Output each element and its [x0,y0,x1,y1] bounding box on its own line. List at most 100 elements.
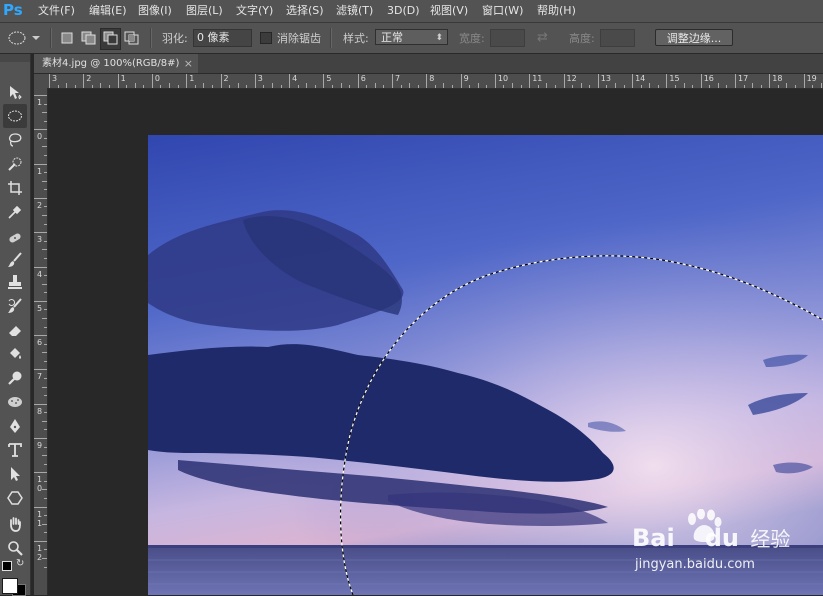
elliptical-marquee-tool[interactable] [3,104,27,128]
height-input[interactable] [600,29,635,47]
ruler-tick [606,85,608,88]
refine-edge-button[interactable]: 调整边缘... [655,29,733,46]
feather-input[interactable]: 0 像素 [193,29,252,47]
swap-colors-icon[interactable]: ↻ [16,558,24,569]
eyedropper-tool[interactable] [3,200,27,224]
ruler-tick [34,95,47,96]
ruler-tick [374,83,376,88]
ruler-tick [44,189,47,191]
ruler-tick [42,180,47,182]
path-selection-icon [11,467,20,481]
pen-tool[interactable] [3,414,27,438]
antialias-checkbox[interactable] [260,32,272,44]
ruler-origin[interactable] [34,74,49,89]
ruler-tick [623,85,625,88]
menu-edit[interactable]: 编辑(E) [89,4,127,18]
menu-layer[interactable]: 图层(L) [186,4,223,18]
ruler-tick [589,85,591,88]
style-select-value: 正常 [381,31,403,44]
brush-tool[interactable] [3,248,27,272]
ruler-tick [460,74,462,88]
ruler-h-label: 1 [189,74,195,83]
tool-preset-picker-icon[interactable] [6,30,42,46]
ruler-v-label: 1 [37,166,43,176]
dodge-tool[interactable] [3,366,27,390]
ruler-tick [563,74,565,88]
vertical-ruler[interactable]: 101234567891 01 11 2 [34,88,48,595]
paint-bucket-icon [10,348,21,359]
spot-healing-icon [9,233,21,243]
document-tab[interactable]: 素材4.jpg @ 100%(RGB/8#) × [34,54,198,73]
ruler-tick [42,317,47,319]
eraser-tool[interactable] [3,318,27,342]
shape-icon [7,491,23,505]
ruler-tick [44,515,47,517]
type-icon [8,443,22,457]
swap-dimensions-icon[interactable]: ⇄ [537,30,548,45]
paint-bucket-tool[interactable] [3,342,27,366]
sponge-tool[interactable] [3,390,27,414]
ruler-tick [254,74,256,88]
move-tool[interactable] [3,81,27,105]
ruler-tick [494,74,496,88]
ruler-tick [44,566,47,568]
lasso-tool[interactable] [3,128,27,152]
style-select[interactable]: 正常 ⬍ [375,29,448,45]
menu-image[interactable]: 图像(I) [138,4,172,18]
ruler-tick [546,83,548,88]
menu-3d[interactable]: 3D(D) [387,4,420,18]
horizontal-ruler[interactable]: 32101234567891011121314151617181920 [48,74,823,89]
ruler-tick [194,85,196,88]
ruler-tick [306,83,308,88]
clone-stamp-tool[interactable] [3,270,27,294]
document-canvas[interactable]: Bai du 经验 jingyan.baidu.com [48,89,823,595]
width-input[interactable] [490,29,525,47]
zoom-tool[interactable] [3,536,27,560]
menu-select[interactable]: 选择(S) [286,4,324,18]
menu-help[interactable]: 帮助(H) [537,4,576,18]
baidu-wordmark: Bai du 经验 [632,523,790,552]
ruler-tick [44,257,47,259]
zoom-icon [8,541,23,556]
ruler-tick [134,83,136,88]
close-icon[interactable]: × [184,54,193,73]
ruler-tick [44,326,47,328]
ruler-h-label: 16 [703,74,714,83]
ruler-tick [34,197,47,199]
ruler-tick [786,83,788,88]
ruler-tick [700,74,702,88]
foreground-color-swatch[interactable] [2,578,18,594]
type-tool[interactable] [3,438,27,462]
subtract-selection-button[interactable] [100,28,121,50]
ruler-tick [143,85,145,88]
style-label: 样式: [343,32,369,45]
ruler-v-label: 8 [37,406,43,416]
default-colors-icon[interactable] [2,561,12,571]
ruler-tick [657,85,659,88]
panel-grip[interactable] [0,54,30,62]
quick-selection-tool[interactable] [3,152,27,176]
ruler-v-label: 0 [37,132,43,142]
spot-healing-tool[interactable] [3,226,27,250]
menu-type[interactable]: 文字(Y) [236,4,273,18]
ruler-tick [34,403,47,405]
hand-tool[interactable] [3,512,27,536]
intersect-selection-icon[interactable] [124,31,140,45]
ruler-tick [44,155,47,157]
ruler-tick [34,232,47,234]
crop-tool[interactable] [3,176,27,200]
menu-window[interactable]: 窗口(W) [482,4,523,18]
menu-filter[interactable]: 滤镜(T) [336,4,373,18]
add-to-selection-icon[interactable] [81,31,97,45]
ruler-v-label: 1 2 [37,543,43,562]
ruler-tick [44,395,47,397]
new-selection-icon[interactable] [60,31,74,45]
shape-tool[interactable] [3,486,27,510]
ruler-tick [752,83,754,88]
history-brush-tool[interactable] [3,294,27,318]
ruler-tick [812,85,814,88]
path-selection-tool[interactable] [3,462,27,486]
menu-file[interactable]: 文件(F) [38,4,75,18]
options-bar: 羽化: 0 像素 消除锯齿 样式: 正常 ⬍ 宽度: ⇄ 高度: 调整边缘... [0,23,823,54]
menu-view[interactable]: 视图(V) [430,4,468,18]
